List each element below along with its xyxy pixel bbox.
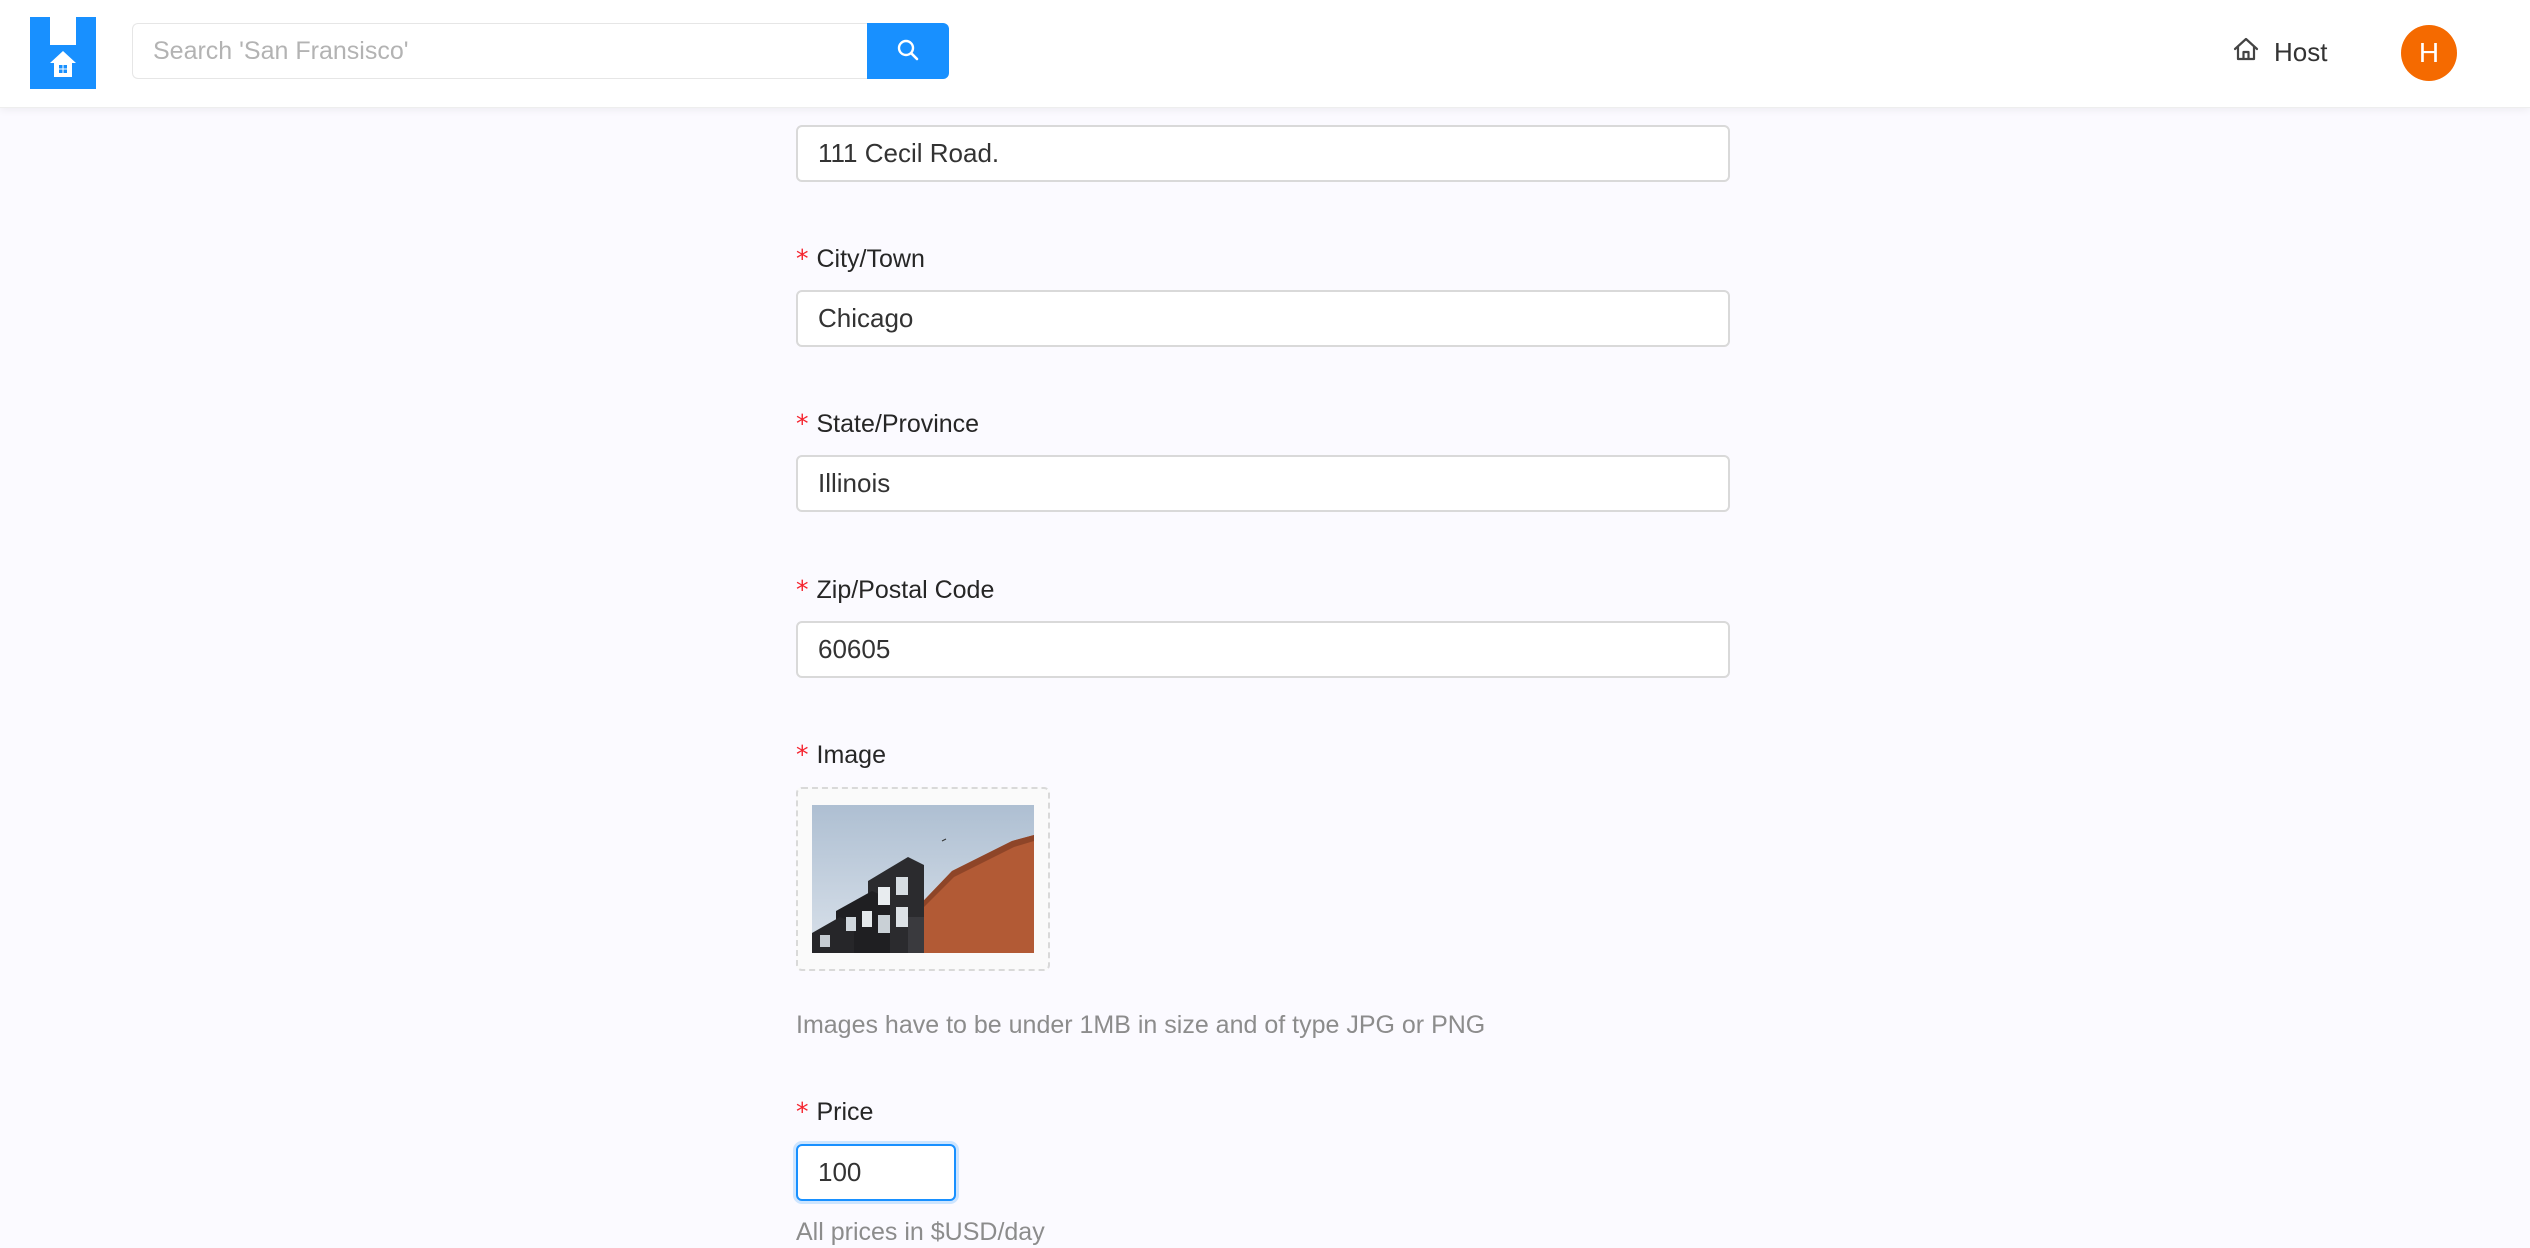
image-label: * Image bbox=[796, 740, 886, 770]
image-upload[interactable] bbox=[796, 787, 1050, 971]
search-input[interactable] bbox=[132, 23, 867, 79]
host-link[interactable]: Host bbox=[2232, 30, 2327, 74]
image-label-text: Image bbox=[816, 741, 886, 769]
city-field[interactable] bbox=[796, 290, 1730, 347]
price-help-text: All prices in $USD/day bbox=[796, 1218, 1045, 1246]
required-marker: * bbox=[796, 409, 809, 438]
search-bar bbox=[132, 23, 949, 79]
price-label-text: Price bbox=[816, 1098, 874, 1126]
zip-field[interactable] bbox=[796, 621, 1730, 678]
search-icon bbox=[896, 38, 920, 65]
avatar[interactable]: H bbox=[2401, 25, 2457, 81]
required-marker: * bbox=[796, 1097, 809, 1126]
zip-label: * Zip/Postal Code bbox=[796, 575, 994, 605]
required-marker: * bbox=[796, 575, 809, 604]
host-label: Host bbox=[2274, 36, 2328, 67]
state-field[interactable] bbox=[796, 455, 1730, 512]
state-label-text: State/Province bbox=[816, 410, 980, 438]
state-label: * State/Province bbox=[796, 409, 979, 439]
address-field[interactable] bbox=[796, 125, 1730, 182]
search-button[interactable] bbox=[867, 23, 949, 79]
price-label: * Price bbox=[796, 1097, 873, 1127]
home-icon bbox=[2232, 36, 2260, 69]
image-help-text: Images have to be under 1MB in size and … bbox=[796, 1011, 1486, 1039]
zip-label-text: Zip/Postal Code bbox=[816, 576, 995, 604]
city-label-text: City/Town bbox=[816, 245, 925, 273]
required-marker: * bbox=[796, 740, 809, 769]
logo-icon[interactable] bbox=[30, 17, 96, 89]
uploaded-image-preview bbox=[812, 805, 1034, 953]
required-marker: * bbox=[796, 244, 809, 273]
city-label: * City/Town bbox=[796, 244, 925, 274]
app-header: Host H bbox=[0, 0, 2530, 108]
price-field[interactable] bbox=[796, 1144, 956, 1201]
